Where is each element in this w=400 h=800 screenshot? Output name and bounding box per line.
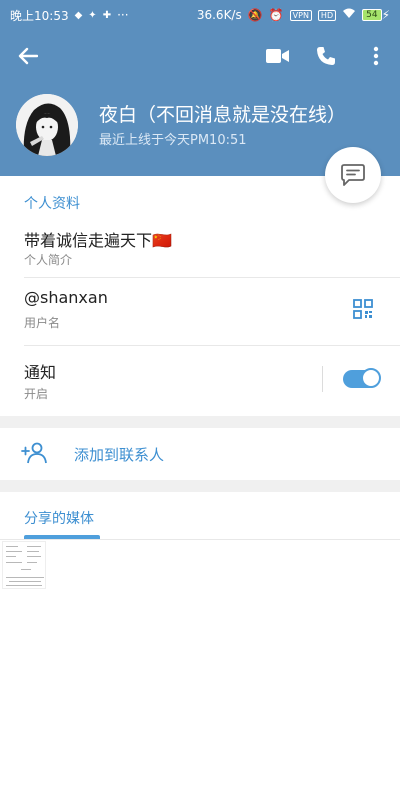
send-message-button[interactable]: [325, 147, 381, 203]
charging-icon: ⚡: [381, 8, 390, 22]
phone-icon: [317, 47, 335, 65]
section-gap: [0, 480, 400, 492]
alarm-icon: ⏰: [268, 8, 284, 22]
qr-code-button[interactable]: [347, 293, 379, 325]
video-call-button[interactable]: [262, 40, 294, 72]
notification-state: 开启: [24, 387, 49, 401]
notification-icon: ◆: [74, 9, 83, 21]
shared-media-thumbnail[interactable]: [2, 541, 46, 589]
notification-icon: ✦: [88, 9, 97, 21]
notification-label: 通知: [24, 363, 57, 382]
video-camera-icon: [266, 49, 289, 63]
add-contact-button[interactable]: [18, 437, 50, 469]
divider: [322, 366, 323, 392]
add-contact-label[interactable]: 添加到联系人: [74, 444, 164, 465]
vpn-badge: VPN: [289, 9, 312, 21]
notification-toggle[interactable]: [343, 368, 381, 388]
message-icon: [341, 164, 365, 186]
back-button[interactable]: [12, 40, 44, 72]
bio-text[interactable]: 带着诚信走遍天下🇨🇳: [24, 227, 172, 251]
voice-call-button[interactable]: [310, 40, 342, 72]
status-time: 晚上10:53: [10, 8, 69, 23]
toggle-knob: [361, 368, 381, 388]
divider: [0, 539, 400, 540]
more-vertical-icon: [373, 46, 379, 66]
section-gap: [0, 416, 400, 428]
battery-level: 54: [362, 9, 382, 21]
divider: [24, 345, 400, 346]
more-options-button[interactable]: [360, 40, 392, 72]
tab-shared-media[interactable]: 分享的媒体: [24, 508, 94, 528]
username-label: 用户名: [24, 316, 61, 330]
wifi-icon: [342, 8, 356, 22]
last-seen-status: 最近上线于今天PM10:51: [99, 133, 247, 148]
avatar[interactable]: [16, 94, 78, 156]
bio-label: 个人简介: [24, 253, 73, 267]
notification-icon: ✚: [102, 9, 112, 21]
section-title-profile: 个人资料: [24, 196, 80, 212]
profile-name: 夜白（不回消息就是没在线）: [99, 104, 347, 126]
mute-icon: 🔕: [247, 8, 263, 22]
status-bar: 晚上10:53 ◆ ✦ ✚ ··· 36.6K/s 🔕 ⏰ VPN HD 54 …: [0, 0, 400, 30]
username-text[interactable]: @shanxan: [24, 288, 108, 307]
avatar-image: [16, 94, 78, 156]
qr-code-icon: [353, 299, 373, 319]
battery-indicator: 54 ⚡: [362, 8, 390, 22]
divider: [24, 277, 400, 278]
network-speed: 36.6K/s: [196, 8, 242, 22]
arrow-left-icon: [18, 47, 38, 65]
toolbar: [0, 30, 400, 82]
more-notifications: ···: [117, 8, 129, 22]
add-user-icon: [21, 442, 47, 464]
signal-hd-badge: HD: [317, 9, 337, 21]
